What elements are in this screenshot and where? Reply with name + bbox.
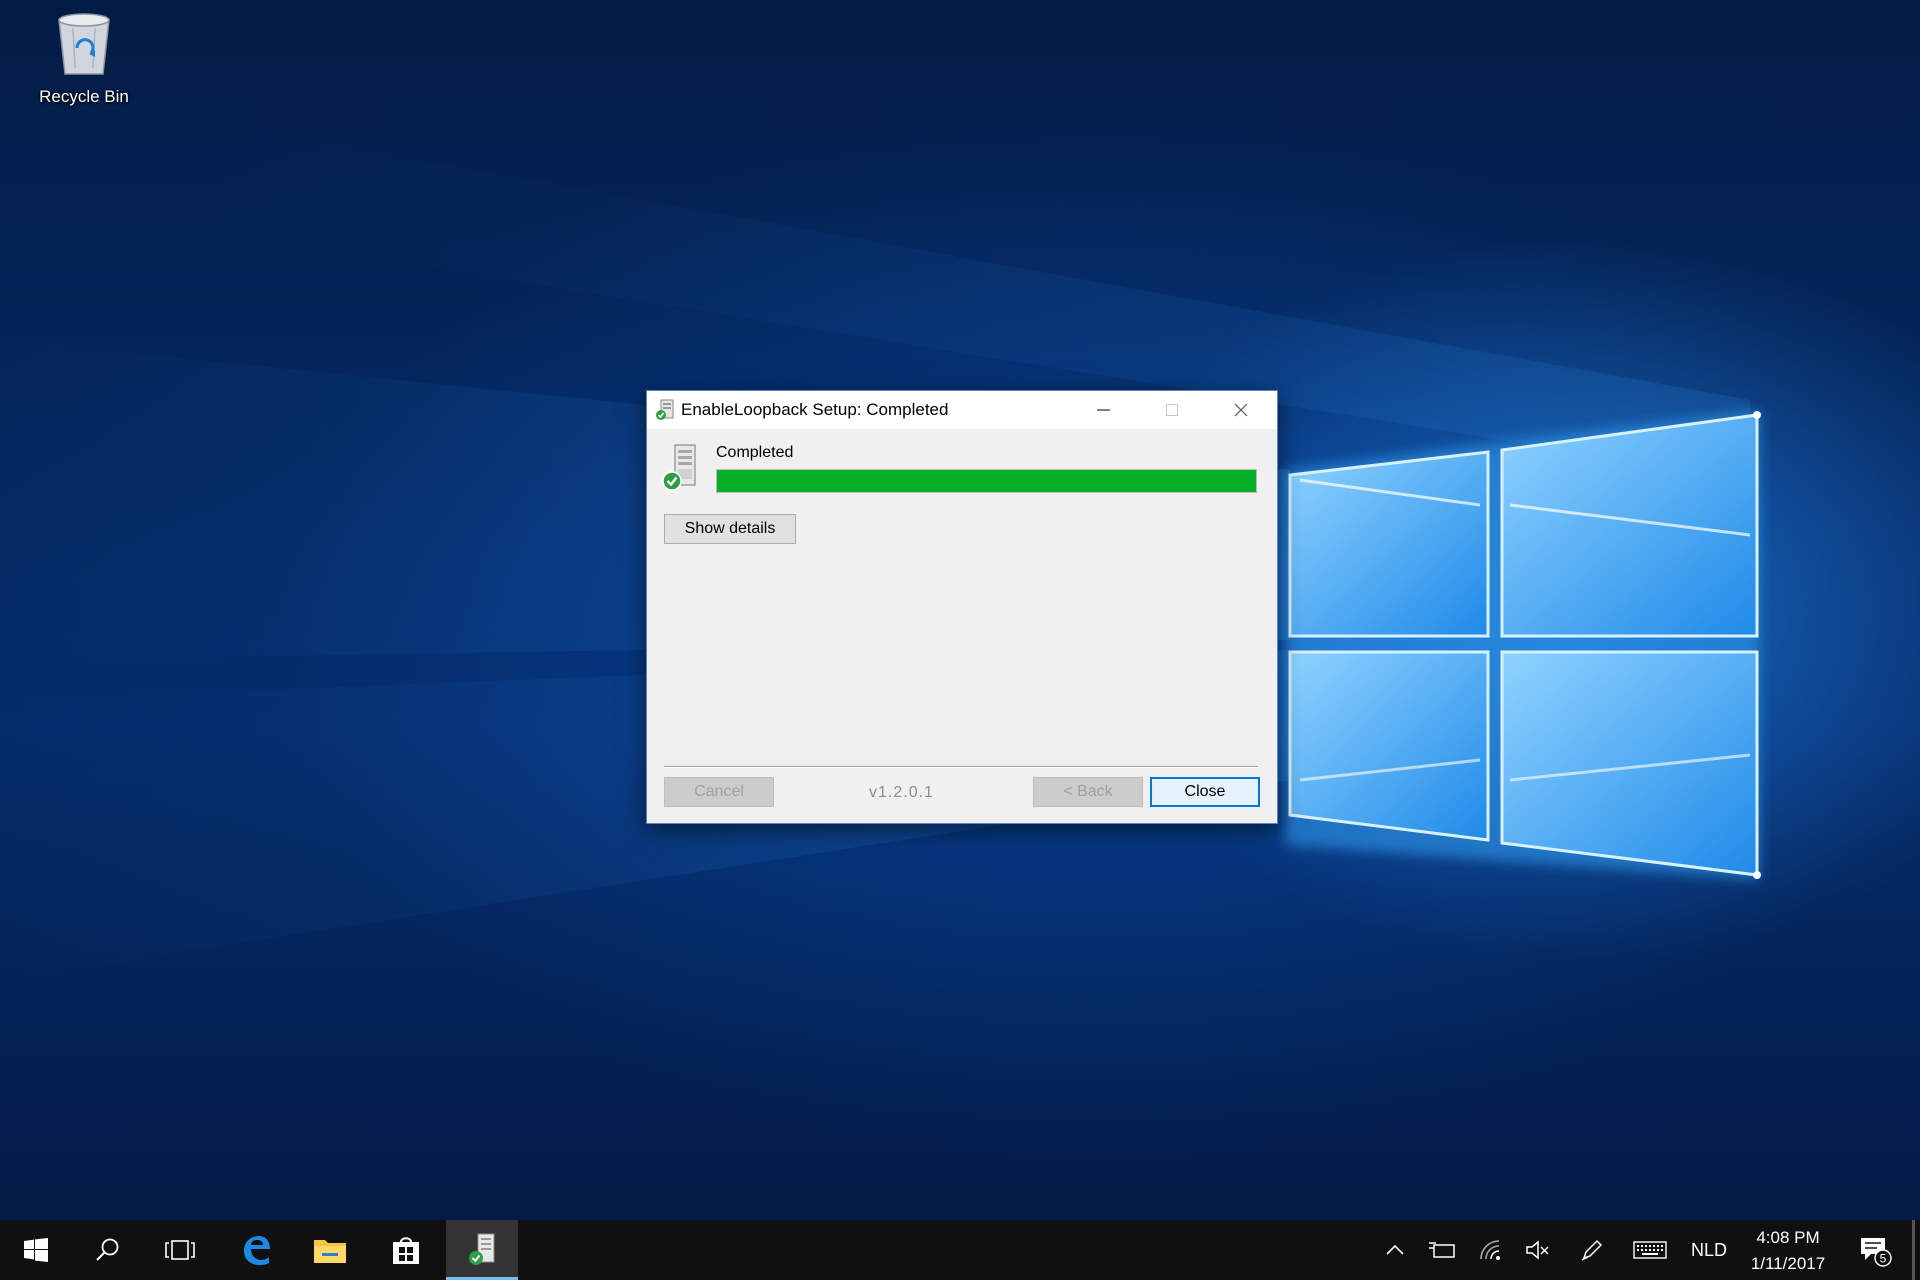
version-label: v1.2.0.1 bbox=[869, 784, 934, 801]
file-explorer-icon bbox=[314, 1240, 346, 1263]
file-explorer-button[interactable] bbox=[294, 1220, 366, 1280]
progress-fill bbox=[717, 470, 1256, 492]
pen-icon bbox=[1581, 1239, 1603, 1261]
show-desktop-button[interactable] bbox=[1912, 1220, 1915, 1280]
pen-workspace-button[interactable] bbox=[1574, 1220, 1610, 1280]
dialog-titlebar[interactable]: EnableLoopback Setup: Completed bbox=[647, 391, 1277, 429]
recycle-bin-icon bbox=[58, 13, 110, 75]
wifi-icon bbox=[1480, 1240, 1500, 1260]
installer-complete-icon bbox=[662, 444, 696, 491]
close-window-button[interactable] bbox=[1207, 391, 1275, 429]
progress-bar bbox=[716, 469, 1257, 493]
back-button[interactable]: < Back bbox=[1033, 777, 1143, 807]
maximize-icon bbox=[1166, 404, 1178, 416]
edge-button[interactable] bbox=[220, 1220, 292, 1280]
edge-icon bbox=[244, 1236, 270, 1265]
close-button[interactable]: Close bbox=[1150, 777, 1260, 807]
search-icon bbox=[96, 1238, 119, 1261]
input-language-button[interactable]: NLD bbox=[1684, 1220, 1734, 1280]
desktop-icon-recycle-bin[interactable]: Recycle Bin bbox=[28, 8, 140, 107]
cancel-button[interactable]: Cancel bbox=[664, 777, 774, 807]
start-icon bbox=[24, 1238, 48, 1262]
setup-dialog: EnableLoopback Setup: Completed Complete… bbox=[646, 390, 1278, 824]
notification-count: 5 bbox=[1880, 1252, 1887, 1266]
installer-icon bbox=[656, 399, 674, 420]
minimize-button[interactable] bbox=[1069, 391, 1137, 429]
notification-icon: 5 bbox=[1861, 1238, 1892, 1267]
volume-muted-icon bbox=[1526, 1240, 1549, 1260]
volume-tray-button[interactable] bbox=[1520, 1220, 1556, 1280]
show-details-button[interactable]: Show details bbox=[664, 514, 796, 544]
power-plug-icon bbox=[1429, 1242, 1455, 1258]
power-tray-button[interactable] bbox=[1424, 1220, 1460, 1280]
start-button[interactable] bbox=[0, 1220, 72, 1280]
installer-icon bbox=[469, 1233, 495, 1265]
dialog-title: EnableLoopback Setup: Completed bbox=[681, 400, 949, 419]
installer-taskbar-button[interactable] bbox=[446, 1220, 518, 1280]
store-icon bbox=[393, 1237, 419, 1264]
store-button[interactable] bbox=[370, 1220, 442, 1280]
search-button[interactable] bbox=[72, 1220, 144, 1280]
task-view-button[interactable] bbox=[144, 1220, 216, 1280]
taskbar: NLD 4:08 PM 1/11/2017 5 bbox=[0, 1220, 1920, 1280]
clock-button[interactable]: 4:08 PM 1/11/2017 bbox=[1728, 1225, 1848, 1277]
maximize-button[interactable] bbox=[1138, 391, 1206, 429]
desktop-icon-label: Recycle Bin bbox=[39, 87, 129, 106]
footer-separator bbox=[664, 766, 1258, 768]
close-icon bbox=[1234, 403, 1248, 417]
clock-time: 4:08 PM bbox=[1756, 1228, 1820, 1247]
minimize-icon bbox=[1097, 409, 1110, 411]
clock-date: 1/11/2017 bbox=[1750, 1254, 1826, 1273]
keyboard-icon bbox=[1633, 1241, 1667, 1259]
touch-keyboard-button[interactable] bbox=[1630, 1220, 1670, 1280]
network-tray-button[interactable] bbox=[1474, 1220, 1510, 1280]
status-text: Completed bbox=[716, 444, 794, 461]
chevron-up-icon bbox=[1386, 1244, 1404, 1255]
action-center-button[interactable]: 5 bbox=[1852, 1220, 1898, 1280]
show-hidden-icons-button[interactable] bbox=[1380, 1220, 1410, 1280]
task-view-icon bbox=[165, 1240, 195, 1260]
